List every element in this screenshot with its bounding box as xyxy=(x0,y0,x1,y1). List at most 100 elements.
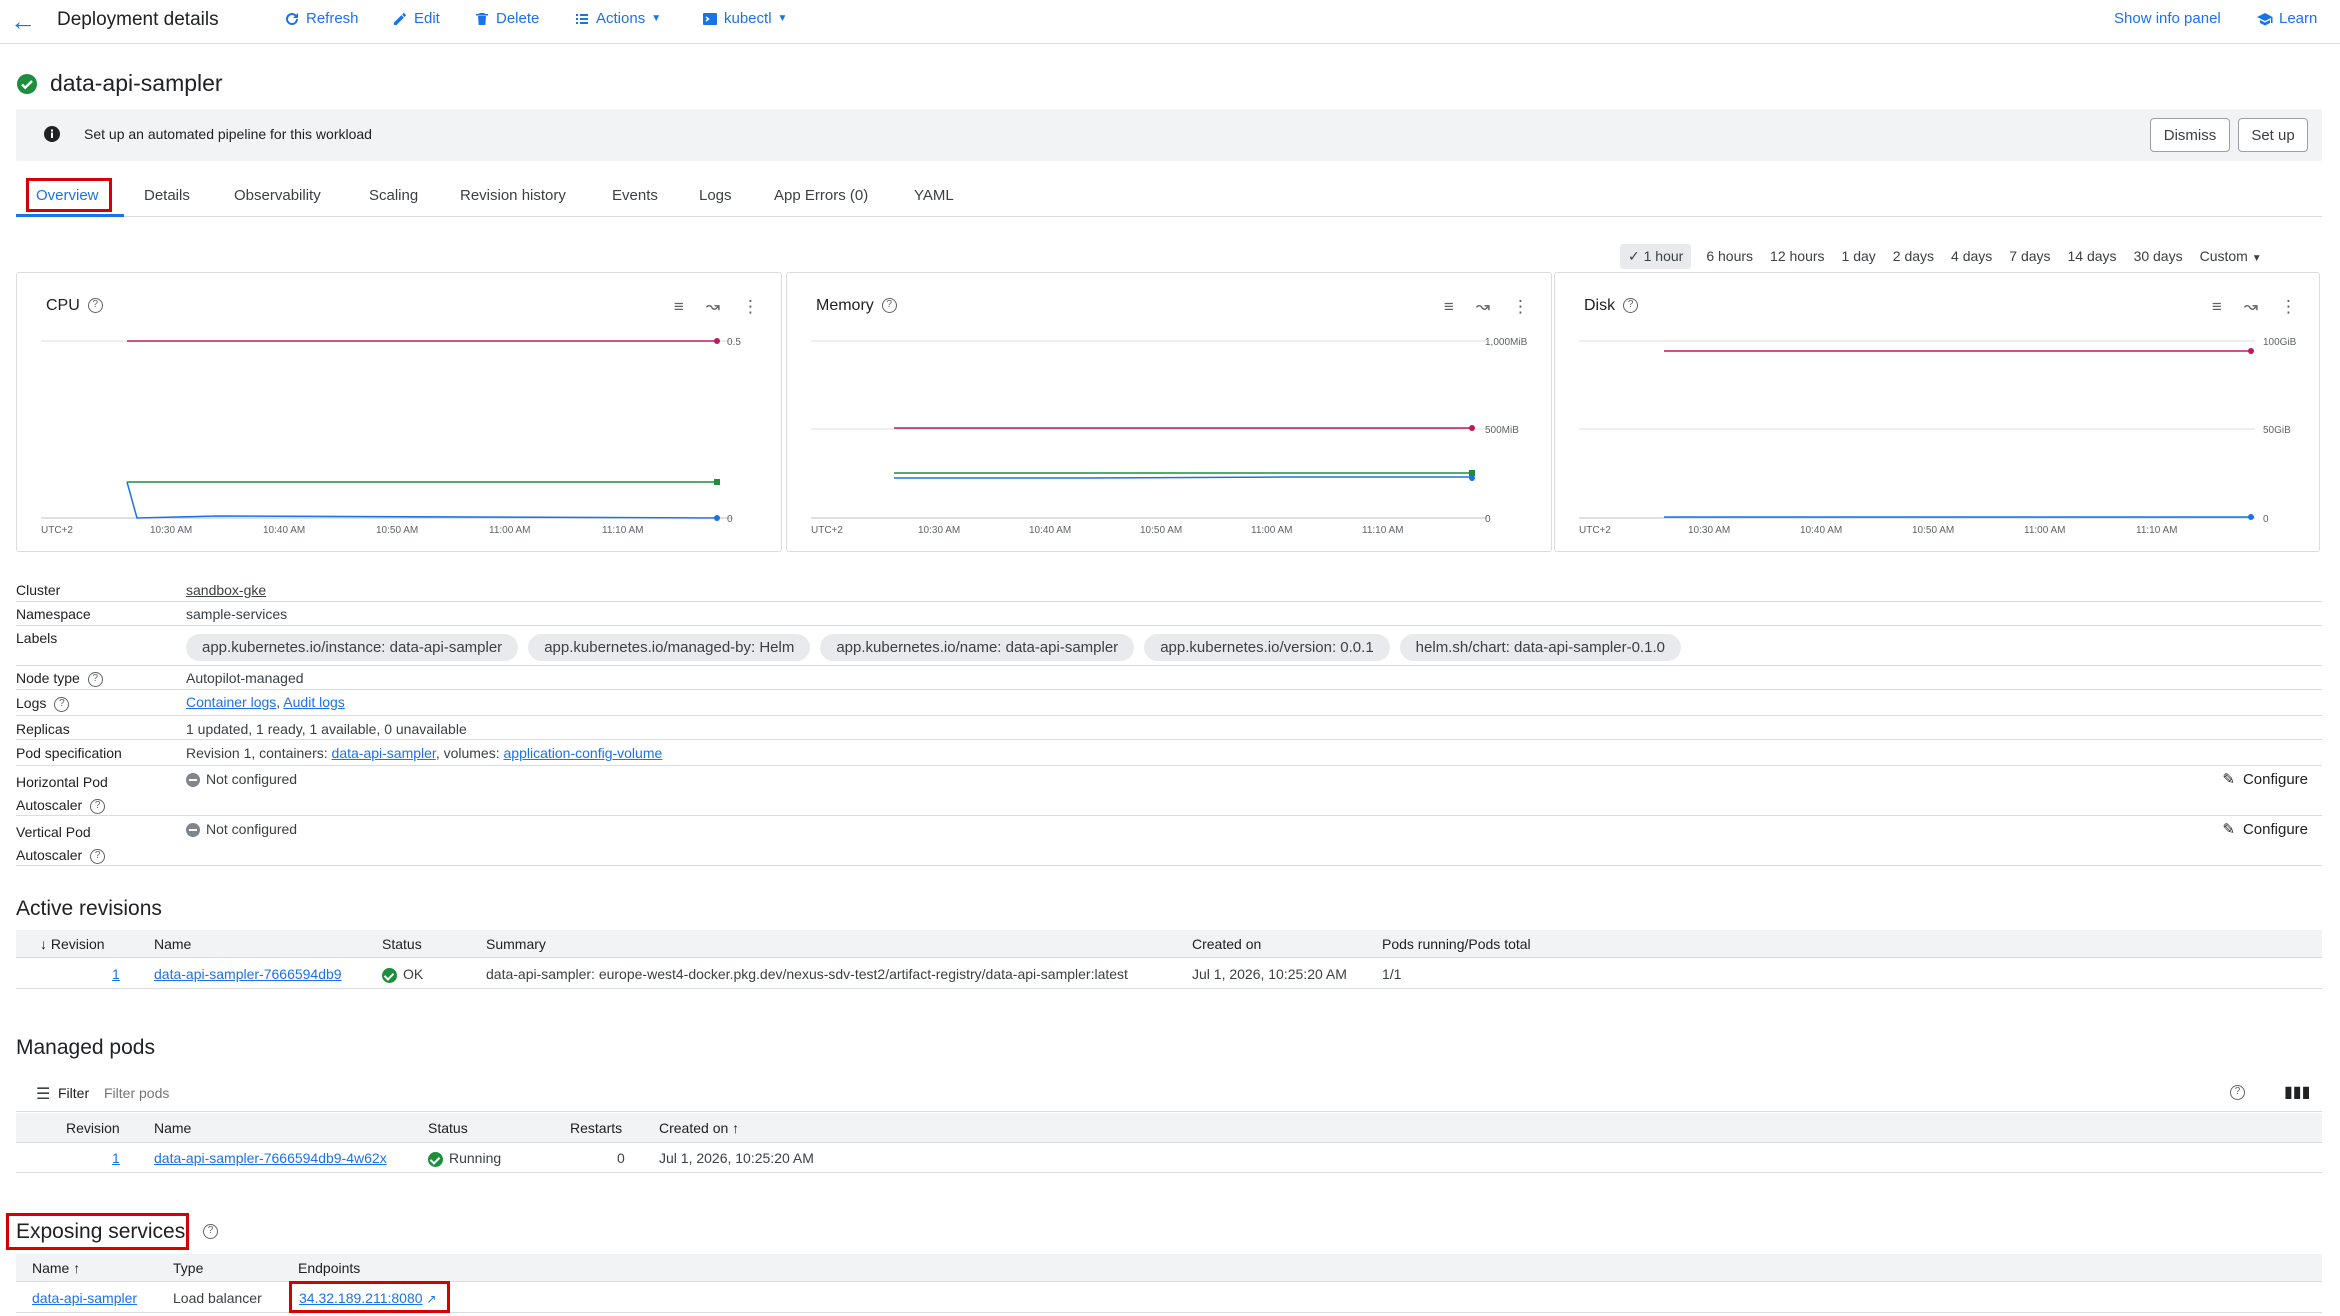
learn-button[interactable]: Learn xyxy=(2257,10,2317,27)
status-cell: Running xyxy=(428,1150,501,1167)
status-cell: OK xyxy=(382,966,423,983)
container-logs-link[interactable]: Container logs xyxy=(186,694,276,710)
column-header-status[interactable]: Status xyxy=(382,936,422,952)
refresh-button[interactable]: Refresh xyxy=(284,10,359,27)
time-range-option[interactable]: 7 days xyxy=(2009,248,2050,264)
tab-logs[interactable]: Logs xyxy=(699,187,732,204)
column-header-endpoints[interactable]: Endpoints xyxy=(298,1260,360,1276)
chart-toolbar: ≡ ↝ ⋮ xyxy=(674,297,759,317)
tab-yaml[interactable]: YAML xyxy=(914,187,954,204)
column-header-created[interactable]: Created on xyxy=(1192,936,1261,952)
filter-label: Filter xyxy=(58,1085,90,1101)
help-icon[interactable]: ? xyxy=(881,298,897,314)
label-chip: app.kubernetes.io/managed-by: Helm xyxy=(528,634,811,661)
column-display-icon[interactable]: ▮▮▮ xyxy=(2284,1082,2310,1102)
tab-details[interactable]: Details xyxy=(144,187,190,204)
logs-label: Logs xyxy=(16,695,47,711)
status-text: OK xyxy=(403,966,424,982)
tab-events[interactable]: Events xyxy=(612,187,658,204)
filter-pods-input[interactable] xyxy=(104,1082,704,1104)
column-header-restarts[interactable]: Restarts xyxy=(570,1120,622,1136)
column-header-pods[interactable]: Pods running/Pods total xyxy=(1382,936,1531,952)
time-range-option[interactable]: 6 hours xyxy=(1706,248,1753,264)
pod-spec-prefix: Revision 1, containers: xyxy=(186,745,328,761)
label-chip: helm.sh/chart: data-api-sampler-0.1.0 xyxy=(1399,634,1681,661)
column-header-created[interactable]: Created on ↑ xyxy=(659,1120,739,1136)
time-range-option[interactable]: 4 days xyxy=(1951,248,1992,264)
learn-label: Learn xyxy=(2279,10,2318,27)
tab-scaling[interactable]: Scaling xyxy=(369,187,418,204)
help-icon[interactable]: ? xyxy=(87,298,103,314)
help-icon[interactable]: ? xyxy=(203,1224,218,1239)
legend-toggle-icon[interactable]: ≡ xyxy=(1444,297,1454,317)
help-icon[interactable]: ? xyxy=(54,696,70,712)
time-range-option[interactable]: 30 days xyxy=(2134,248,2183,264)
help-icon[interactable]: ? xyxy=(90,798,106,814)
tab-revision-history[interactable]: Revision history xyxy=(460,187,566,204)
column-header-status[interactable]: Status xyxy=(428,1120,468,1136)
column-header-revision[interactable]: Revision xyxy=(66,1120,120,1136)
chart-title-text: CPU xyxy=(46,297,80,314)
help-icon[interactable]: ? xyxy=(87,671,103,687)
actions-menu-button[interactable]: Actions ▼ xyxy=(574,10,661,27)
help-icon[interactable]: ? xyxy=(2230,1085,2245,1100)
time-range-option[interactable]: 14 days xyxy=(2068,248,2117,264)
column-header-name[interactable]: Name xyxy=(154,936,191,952)
refresh-label: Refresh xyxy=(306,10,359,27)
time-range-selected[interactable]: ✓ 1 hour xyxy=(1620,243,1692,269)
label-chip: app.kubernetes.io/name: data-api-sampler xyxy=(820,634,1135,661)
pod-name-link[interactable]: data-api-sampler-7666594db9-4w62x xyxy=(154,1150,387,1166)
explore-chart-icon[interactable]: ↝ xyxy=(706,297,720,317)
time-range-option[interactable]: 12 hours xyxy=(1770,248,1824,264)
legend-toggle-icon[interactable]: ≡ xyxy=(674,297,684,317)
column-header-revision[interactable]: ↓ Revision xyxy=(40,936,105,952)
setup-button[interactable]: Set up xyxy=(2238,118,2308,152)
edit-button[interactable]: Edit xyxy=(392,10,440,27)
memory-chart-card: 1,000MiB 500MiB 0 UTC+2 10:30 AM 10:40 A… xyxy=(786,272,1552,552)
tab-observability[interactable]: Observability xyxy=(234,187,321,204)
explore-chart-icon[interactable]: ↝ xyxy=(2244,297,2258,317)
more-vert-icon[interactable]: ⋮ xyxy=(2280,297,2297,317)
revision-link[interactable]: 1 xyxy=(112,966,120,982)
help-icon[interactable]: ? xyxy=(1623,298,1639,314)
time-range-custom[interactable]: Custom ▼ xyxy=(2200,248,2262,264)
help-icon[interactable]: ? xyxy=(90,848,106,864)
delete-button[interactable]: Delete xyxy=(474,10,539,27)
pods-filter-bar: ☰ Filter ? ▮▮▮ xyxy=(16,1074,2322,1112)
detail-label: Node type? xyxy=(16,670,103,687)
configure-vpa-button[interactable]: ✎ Configure xyxy=(2222,820,2308,839)
series-line-usage xyxy=(894,476,1472,479)
back-arrow-icon[interactable]: ← xyxy=(10,8,38,36)
column-header-summary[interactable]: Summary xyxy=(486,936,546,952)
school-icon xyxy=(2257,12,2273,25)
timezone-label: UTC+2 xyxy=(41,525,73,536)
cluster-link[interactable]: sandbox-gke xyxy=(186,582,266,598)
tab-app-errors[interactable]: App Errors (0) xyxy=(774,187,868,204)
column-header-name[interactable]: Name ↑ xyxy=(32,1260,80,1276)
kubectl-menu-button[interactable]: kubectl ▼ xyxy=(702,10,787,27)
time-range-option[interactable]: 2 days xyxy=(1893,248,1934,264)
time-range-option[interactable]: 1 day xyxy=(1842,248,1876,264)
more-vert-icon[interactable]: ⋮ xyxy=(742,297,759,317)
configure-hpa-button[interactable]: ✎ Configure xyxy=(2222,770,2308,789)
revision-link[interactable]: 1 xyxy=(112,1150,120,1166)
label-chip: app.kubernetes.io/instance: data-api-sam… xyxy=(186,634,519,661)
more-vert-icon[interactable]: ⋮ xyxy=(1512,297,1529,317)
refresh-icon xyxy=(286,12,298,25)
container-link[interactable]: data-api-sampler xyxy=(332,745,436,761)
audit-logs-link[interactable]: Audit logs xyxy=(283,694,344,710)
volume-link[interactable]: application-config-volume xyxy=(504,745,663,761)
pencil-icon: ✎ xyxy=(2222,821,2235,838)
revision-name-link[interactable]: data-api-sampler-7666594db9 xyxy=(154,966,342,982)
dismiss-button[interactable]: Dismiss xyxy=(2150,118,2230,152)
service-name-link[interactable]: data-api-sampler xyxy=(32,1290,137,1306)
check-circle-icon xyxy=(17,73,37,94)
legend-toggle-icon[interactable]: ≡ xyxy=(2212,297,2222,317)
explore-chart-icon[interactable]: ↝ xyxy=(1476,297,1490,317)
chart-title: Disk? xyxy=(1584,297,1639,315)
column-header-name[interactable]: Name xyxy=(154,1120,191,1136)
series-point xyxy=(2248,348,2254,354)
show-info-panel-button[interactable]: Show info panel xyxy=(2114,10,2221,27)
column-header-type[interactable]: Type xyxy=(173,1260,203,1276)
detail-row-pod-spec: Pod specification Revision 1, containers… xyxy=(16,740,2322,766)
